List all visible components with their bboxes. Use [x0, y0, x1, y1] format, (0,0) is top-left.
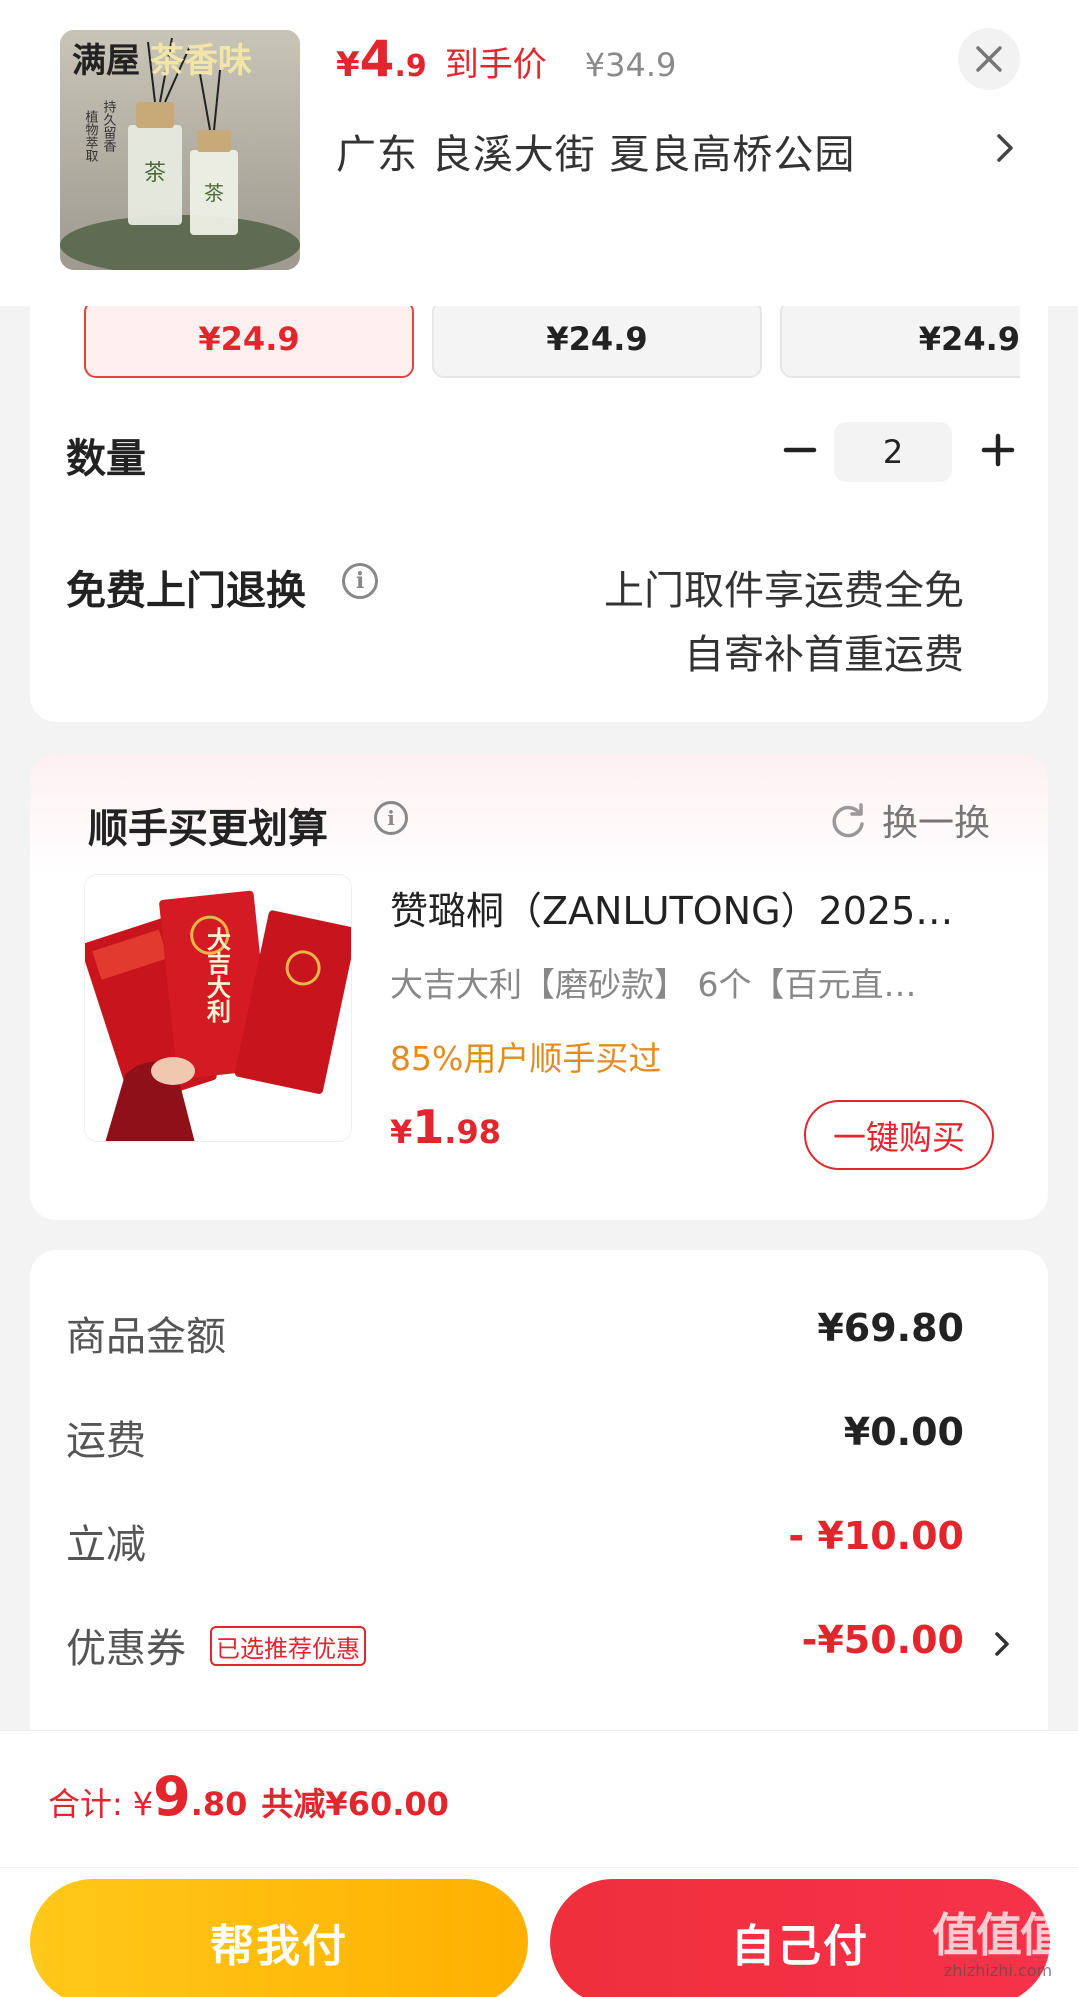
recommended-product-spec: 大吉大利【磨砂款】 6个【百元直… [390, 965, 917, 1004]
price-integer: 4 [359, 30, 395, 88]
swap-label: 换一换 [882, 803, 991, 844]
total-label: 合计: [48, 1785, 123, 1823]
return-service-line1: 上门取件享运费全免 [604, 568, 964, 614]
original-price: ¥34.9 [584, 46, 677, 84]
thumb-side-right: 持久留香 [101, 100, 117, 153]
svg-text:茶: 茶 [204, 181, 224, 205]
recommended-product-price: ¥ 1 .98 [390, 1100, 501, 1154]
total-saved: 共减¥60.00 [261, 1785, 449, 1823]
quantity-increase-button[interactable] [974, 426, 1022, 474]
quantity-value[interactable]: 2 [834, 422, 952, 482]
recommended-product-image[interactable]: 大吉大利 [84, 874, 352, 1142]
refresh-icon [832, 803, 864, 838]
spec-option-1[interactable]: ¥24.9 [84, 300, 414, 378]
instant-discount-value: - ¥10.00 [788, 1514, 964, 1558]
thumb-title: 满屋 [72, 41, 140, 81]
spec-option-2[interactable]: ¥24.9 [432, 300, 762, 378]
total-symbol: ¥ [132, 1785, 154, 1823]
price-integer: 1 [412, 1100, 445, 1154]
chevron-right-icon[interactable] [990, 128, 1020, 168]
goods-amount-label: 商品金额 [66, 1314, 226, 1360]
coupon-badge: 已选推荐优惠 [210, 1626, 366, 1666]
quantity-label: 数量 [66, 436, 146, 482]
close-icon [976, 46, 1002, 72]
price-decimal: .9 [394, 49, 427, 84]
quantity-decrease-button[interactable] [776, 426, 824, 474]
red-envelope-image: 大吉大利 [85, 875, 351, 1141]
thumb-bottle-label: 茶 [144, 161, 166, 186]
watermark-main: 值值值 [932, 1908, 1066, 1962]
minus-icon [783, 447, 817, 453]
thumb-side-left: 植物萃取 [83, 110, 99, 162]
price-line: ¥ 4 .9 到手价 ¥34.9 [336, 30, 676, 94]
product-thumbnail: 茶 茶 满屋 茶香味 植物萃取 持久留香 [60, 30, 300, 270]
recommended-product-name[interactable]: 赞璐桐（ZANLUTONG）2025… [390, 880, 1026, 935]
order-total: 合计: ¥ 9 .80 共减¥60.00 [48, 1765, 449, 1828]
return-service-label: 免费上门退换 [66, 568, 306, 614]
spec-option-price: ¥24.9 [918, 320, 1020, 358]
spec-option-price: ¥24.9 [198, 320, 300, 358]
recommendation-title: 顺手买更划算 [88, 806, 328, 852]
product-header: 茶 茶 满屋 茶香味 植物萃取 持久留香 ¥ 4 .9 到手价 ¥34.9 广东… [0, 0, 1078, 306]
goods-amount-value: ¥69.80 [817, 1306, 964, 1350]
product-thumbnail-image: 茶 茶 满屋 茶香味 植物萃取 持久留香 [60, 30, 300, 270]
watermark: 值值值 zhizhizhi.com [928, 1909, 1068, 1980]
recommendation-card: 顺手买更划算 i 换一换 大吉大利 赞璐桐（ZANLUTONG）2025… 大吉… [30, 754, 1048, 1220]
price-summary-card: 商品金额 ¥69.80 运费 ¥0.00 立减 - ¥10.00 优惠券 已选推… [30, 1250, 1048, 1750]
plus-icon [981, 433, 1015, 467]
price-symbol: ¥ [336, 45, 360, 85]
return-service-line2: 自寄补首重运费 [684, 632, 964, 678]
price-decimal: .98 [444, 1113, 501, 1151]
shipping-address[interactable]: 广东 良溪大街 夏良高桥公园 [336, 122, 855, 180]
social-proof-text: 85%用户顺手买过 [390, 1039, 662, 1078]
footer-divider [0, 1867, 1078, 1868]
order-options-card: ¥24.9 ¥24.9 ¥24.9 数量 2 免费上门退换 i 上门取件享运费全… [30, 260, 1048, 722]
envelope-text: 大吉大利 [203, 927, 232, 1024]
watermark-sub: zhizhizhi.com [943, 1961, 1053, 1980]
close-button[interactable] [958, 28, 1020, 90]
spec-option-3[interactable]: ¥24.9 [780, 300, 1020, 378]
total-integer: 9 [153, 1765, 191, 1828]
checkout-footer: 合计: ¥ 9 .80 共减¥60.00 帮我付 自己付 值值值 zhizhiz… [0, 1730, 1078, 1997]
help-me-pay-button[interactable]: 帮我付 [30, 1879, 528, 1997]
thumb-title-highlight: 茶香味 [150, 41, 252, 81]
shipping-value: ¥0.00 [843, 1410, 964, 1454]
spec-option-price: ¥24.9 [546, 320, 648, 358]
one-click-buy-button[interactable]: 一键购买 [804, 1100, 994, 1170]
instant-discount-label: 立减 [66, 1522, 146, 1568]
info-icon[interactable]: i [342, 563, 378, 599]
shipping-label: 运费 [66, 1418, 146, 1464]
price-symbol: ¥ [390, 1113, 413, 1151]
coupon-label[interactable]: 优惠券 [66, 1616, 186, 1674]
coupon-value[interactable]: -¥50.00 [802, 1618, 964, 1662]
swap-button[interactable]: 换一换 [828, 794, 990, 846]
final-price-tag: 到手价 [444, 45, 547, 85]
info-icon[interactable]: i [374, 801, 408, 835]
chevron-right-icon[interactable] [990, 1624, 1014, 1664]
total-decimal: .80 [190, 1785, 248, 1823]
